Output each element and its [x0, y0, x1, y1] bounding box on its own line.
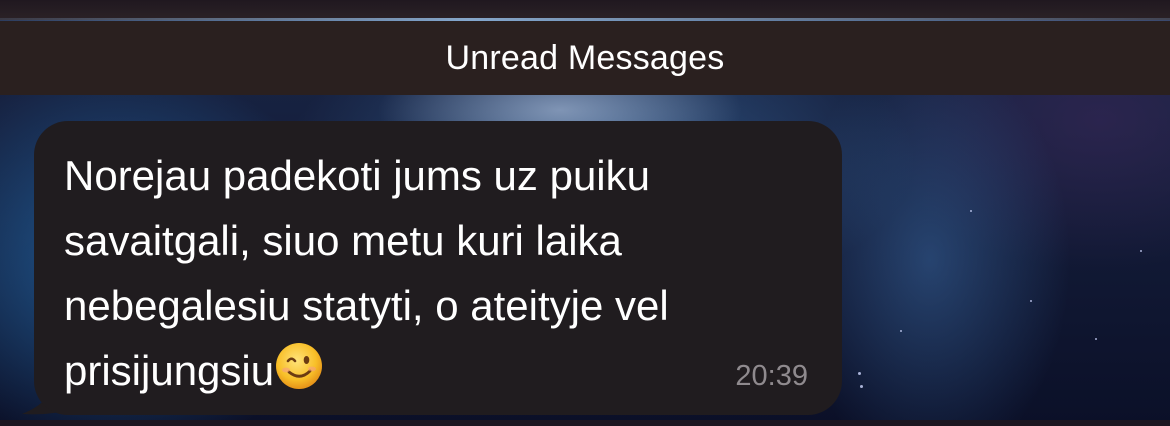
- wallpaper-star: [1030, 300, 1032, 302]
- message-line: savaitgali, siuo metu kuri laika: [64, 217, 622, 264]
- winking-face-icon: [276, 343, 323, 389]
- wallpaper-star: [1095, 338, 1097, 340]
- unread-messages-divider: Unread Messages: [0, 21, 1170, 95]
- incoming-message-bubble[interactable]: Norejau padekoti jums uz puiku savaitgal…: [34, 121, 842, 415]
- message-line: nebegalesiu statyti, o ateityje vel: [64, 282, 669, 329]
- bottom-edge: [0, 420, 1170, 426]
- wallpaper-star: [970, 210, 972, 212]
- message-text: Norejau padekoti jums uz puiku savaitgal…: [64, 143, 824, 403]
- wallpaper-star: [1140, 250, 1142, 252]
- message-line: prisijungsiu: [64, 347, 275, 394]
- message-line: Norejau padekoti jums uz puiku: [64, 152, 650, 199]
- message-timestamp: 20:39: [735, 360, 808, 392]
- top-strip: [0, 0, 1170, 20]
- wallpaper-star: [858, 372, 861, 375]
- wallpaper-star: [900, 330, 902, 332]
- unread-messages-label: Unread Messages: [445, 38, 725, 77]
- wallpaper-star: [860, 385, 863, 388]
